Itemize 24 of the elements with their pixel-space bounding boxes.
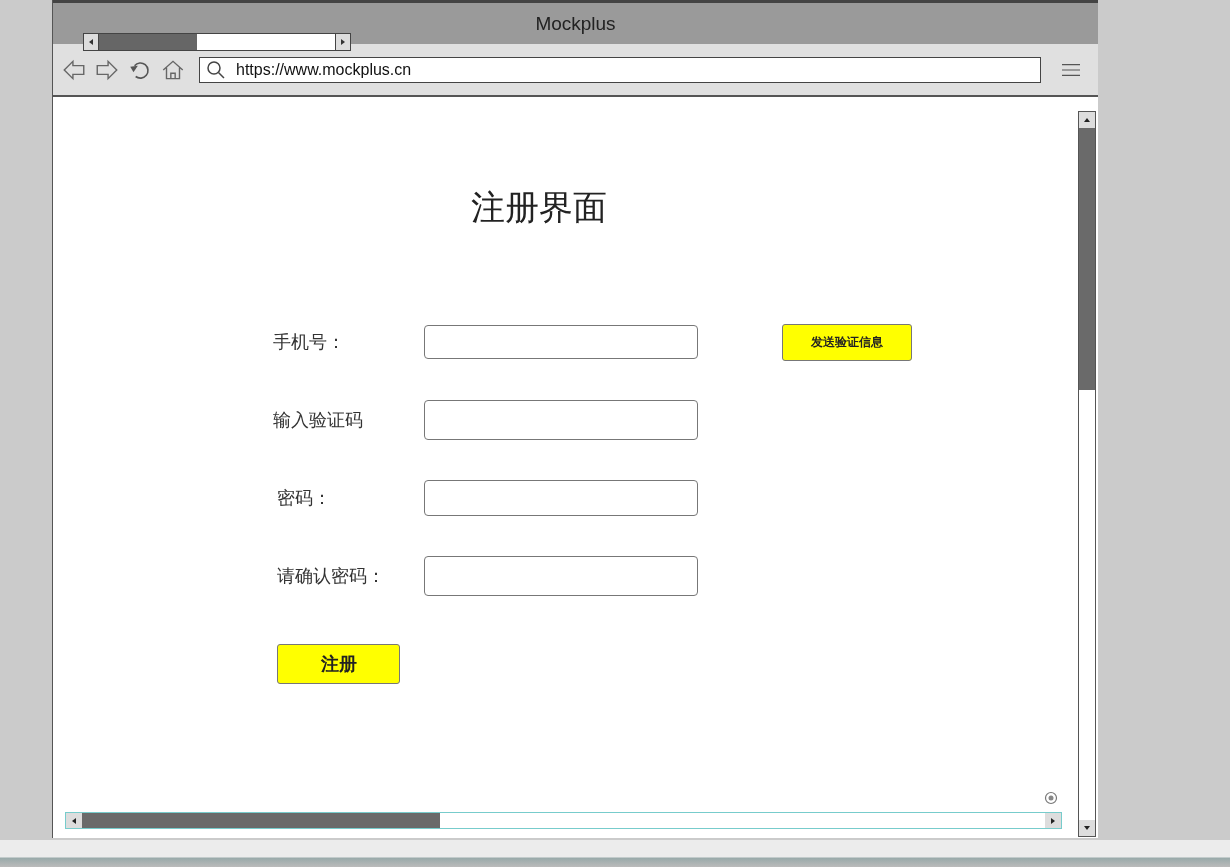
horizontal-scrollbar[interactable] [65,812,1062,829]
vertical-scrollbar[interactable] [1078,111,1096,837]
field-label: 输入验证码 [273,408,364,432]
register-button[interactable]: 注册 [277,644,400,684]
address-field[interactable]: https://www.mockplus.cn [199,56,1041,83]
input-field[interactable] [424,400,698,440]
search-icon [206,59,226,80]
input-field[interactable] [424,556,698,596]
field-label: 请确认密码： [276,564,386,588]
send-code-button[interactable]: 发送验证信息 [782,323,912,361]
field-label: 密码： [276,486,332,510]
down-arrow-icon[interactable] [1083,824,1091,832]
right-arrow-icon[interactable] [339,38,347,46]
window-title: Mockplus [535,12,616,35]
input-field[interactable] [424,480,698,516]
left-arrow-icon[interactable] [87,38,95,46]
input-field[interactable] [424,325,698,359]
page-heading: 注册界面 [471,186,608,229]
right-arrow-icon[interactable] [1049,816,1057,825]
field-label: 手机号： [273,330,346,354]
up-arrow-icon[interactable] [1083,116,1091,124]
settings-icon[interactable] [1044,791,1058,805]
left-arrow-icon[interactable] [70,816,78,825]
horizontal-scrollbar[interactable] [83,33,351,51]
